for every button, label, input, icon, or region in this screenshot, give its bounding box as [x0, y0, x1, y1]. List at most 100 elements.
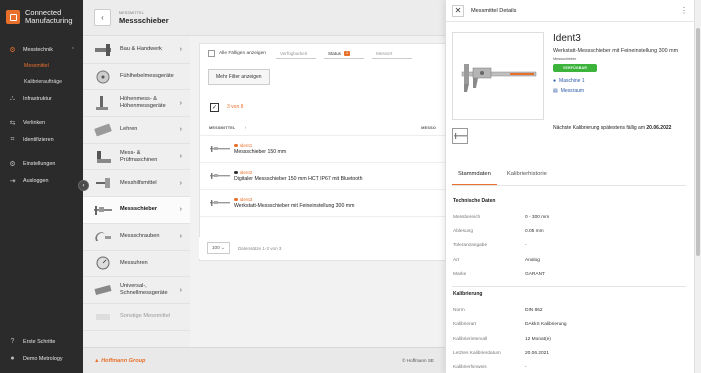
column-header-measuring-tool[interactable]: MESSMITTEL — [209, 126, 235, 130]
room-link-label: Messraum — [560, 88, 585, 94]
category-item-2[interactable]: Höhenmess- & Höhenmessgeräte › — [83, 90, 190, 118]
caliper-icon — [92, 202, 114, 218]
sidebar-item-8[interactable]: ⚙ Einstellungen — [0, 155, 83, 172]
spec-key: Kalibrierintervall — [453, 336, 488, 342]
sidebar-subitem-1[interactable]: Messmittel — [0, 58, 83, 74]
footer: ▲ Hoffmann Group © Hoffmann SE — [83, 347, 445, 373]
more-filters-button[interactable]: Mehr Filter anzeigen — [208, 69, 270, 85]
room-icon: ▤ — [553, 88, 558, 94]
caliper-thumb-icon — [453, 133, 467, 139]
sidebar-item-3[interactable]: ⛬ Infrastruktur — [0, 90, 83, 107]
spec-key: Art — [453, 257, 460, 263]
category-item-3[interactable]: Lehren › — [83, 117, 190, 144]
category-item-9[interactable]: Universal-, Schnellmessgeräte › — [83, 277, 190, 304]
column-header-location[interactable]: MESSO — [421, 126, 436, 130]
topbar: ‹ MESSMITTEL Messschieber — [83, 0, 445, 36]
sidebar-item-5[interactable]: ⇆ Verlinken — [0, 114, 83, 131]
status-select[interactable]: Status 1 — [323, 49, 364, 59]
spec-value: 20.06.2021 — [525, 351, 550, 357]
link-icon: ⇆ — [9, 119, 16, 127]
row-ident-text: Ident2 — [239, 170, 253, 175]
category-item-label: Bau & Handwerk — [120, 46, 162, 53]
category-item-7[interactable]: Messschrauben › — [83, 224, 190, 251]
row-text: Ident1 Messschieber 150 mm — [234, 143, 286, 155]
availability-select[interactable]: Verfügbarkeit — [275, 49, 316, 59]
machine-link[interactable]: ● Maschine 1 — [553, 78, 688, 84]
category-item-label: Messuhren — [120, 259, 148, 266]
location-select[interactable]: Messort — [371, 49, 412, 59]
row-name: Digitaler Messschieber 150 mm HCT IP67 m… — [234, 176, 363, 182]
measuring-tools-list-panel: Alle Fälligen anzeigen Verfügbarkeit Sta… — [199, 43, 445, 261]
row-text: Ident3 Werkstatt-Messschieber mit Feinein… — [234, 197, 354, 209]
category-item-10[interactable]: Sonstige Messmittel — [83, 304, 190, 331]
back-button[interactable]: ‹ — [94, 9, 111, 26]
brand[interactable]: Connected Manufacturing — [0, 0, 83, 34]
sidebar-bottom-item-0[interactable]: ? Erste Schritte — [0, 333, 83, 350]
footer-logo[interactable]: ▲ Hoffmann Group — [94, 358, 145, 364]
next-calibration-note: Nächste Kalibrierung spätestens fällig a… — [553, 125, 671, 131]
tab-kalibrierhistorie[interactable]: Kalibrierhistorie — [501, 166, 553, 185]
tab-stammdaten[interactable]: Stammdaten — [452, 166, 497, 185]
breadcrumb-parent: MESSMITTEL — [119, 10, 144, 15]
product-thumbnail[interactable] — [452, 128, 468, 144]
section-title: Kalibrierung — [453, 291, 483, 298]
more-options-icon[interactable]: ⋮ — [680, 6, 688, 15]
section-divider — [452, 286, 686, 288]
chevron-right-icon: › — [179, 99, 182, 107]
status-dot-icon — [234, 197, 238, 202]
caliper-image-icon — [461, 64, 537, 92]
close-drawer-button[interactable]: ✕ — [452, 4, 464, 17]
spec-row: Kalibrierhinweis - — [452, 361, 686, 373]
caliper-thumbnail-icon — [209, 170, 231, 182]
table-row[interactable]: Ident2 Digitaler Messschieber 150 mm HCT … — [200, 163, 445, 190]
show-all-due-checkbox[interactable] — [208, 50, 215, 57]
category-item-8[interactable]: Messuhren — [83, 251, 190, 278]
location-pin-icon: ● — [553, 78, 557, 84]
collapse-sidebar-button[interactable]: ‹ — [78, 180, 89, 191]
table-row[interactable]: Ident1 Messschieber 150 mm — [200, 136, 445, 163]
drawer-scrollbar[interactable] — [694, 0, 701, 373]
sidebar-subitem-2[interactable]: Kalibrieraufträge — [0, 74, 83, 90]
detail-tabs: Stammdaten Kalibrierhistorie — [452, 166, 686, 186]
spec-row: Marke GARANT — [452, 267, 686, 281]
chevron-right-icon: › — [179, 179, 182, 187]
spec-key: Marke — [453, 271, 467, 277]
category-item-4[interactable]: Mess- & Prüfmaschinen › — [83, 144, 190, 171]
scrollbar-thumb[interactable] — [696, 28, 700, 256]
row-ident-text: Ident3 — [239, 197, 253, 202]
category-item-1[interactable]: Fühlhebelmessgeräte — [83, 64, 190, 91]
spec-key: Letztes Kalibrierdatum — [453, 351, 501, 357]
sidebar-item-label: Messtechnik — [23, 46, 53, 53]
sort-arrow-icon[interactable]: ↑ — [244, 126, 246, 130]
sidebar-item-0[interactable]: ⚙ Messtechnik ⌃ — [0, 41, 83, 58]
category-item-0[interactable]: Bau & Handwerk › — [83, 37, 190, 64]
sidebar-item-9[interactable]: ⇥ Ausloggen — [0, 172, 83, 189]
sidebar-bottom-item-1[interactable]: ● Demo Metrology — [0, 350, 83, 367]
chevron-left-icon: ‹ — [101, 13, 104, 22]
table-row[interactable]: Ident3 Werkstatt-Messschieber mit Feinein… — [200, 190, 445, 217]
spec-value: - — [525, 365, 527, 371]
selection-count: 3 von 8 — [227, 104, 244, 110]
filter-bar: Alle Fälligen anzeigen Verfügbarkeit Sta… — [200, 44, 445, 63]
spec-value: DIN 862 — [525, 308, 543, 314]
category-list: Bau & Handwerk › Fühlhebelmessgeräte Höhenm… — [83, 37, 190, 347]
caliper-thumbnail-icon — [209, 197, 231, 209]
spec-key: Messbereich — [453, 214, 481, 220]
select-all-checkbox[interactable]: ✓ — [210, 102, 219, 112]
room-link[interactable]: ▤ Messraum — [553, 88, 688, 94]
page-size-select[interactable]: 100 ⌄ — [207, 242, 230, 254]
sidebar-item-label: Einstellungen — [23, 160, 56, 167]
spec-value: 0.05 mm — [525, 228, 544, 234]
category-item-label: Mess- & Prüfmaschinen — [120, 149, 158, 163]
height-gauge-icon — [92, 95, 114, 111]
spec-row: Ablesung 0.05 mm — [452, 224, 686, 238]
sidebar-item-label: Ausloggen — [23, 177, 49, 184]
machine-link-label: Maschine 1 — [559, 78, 585, 84]
sidebar-item-6[interactable]: ⌗ Identifizieren — [0, 131, 83, 148]
sidebar-item-label: Infrastruktur — [23, 95, 52, 102]
misc-tool-icon — [92, 309, 114, 325]
detail-category: Messschieber — [553, 57, 577, 61]
category-item-6[interactable]: Messschieber › — [83, 197, 190, 224]
product-image[interactable] — [452, 32, 544, 120]
category-item-5[interactable]: Messhilfsmittel › — [83, 170, 190, 198]
